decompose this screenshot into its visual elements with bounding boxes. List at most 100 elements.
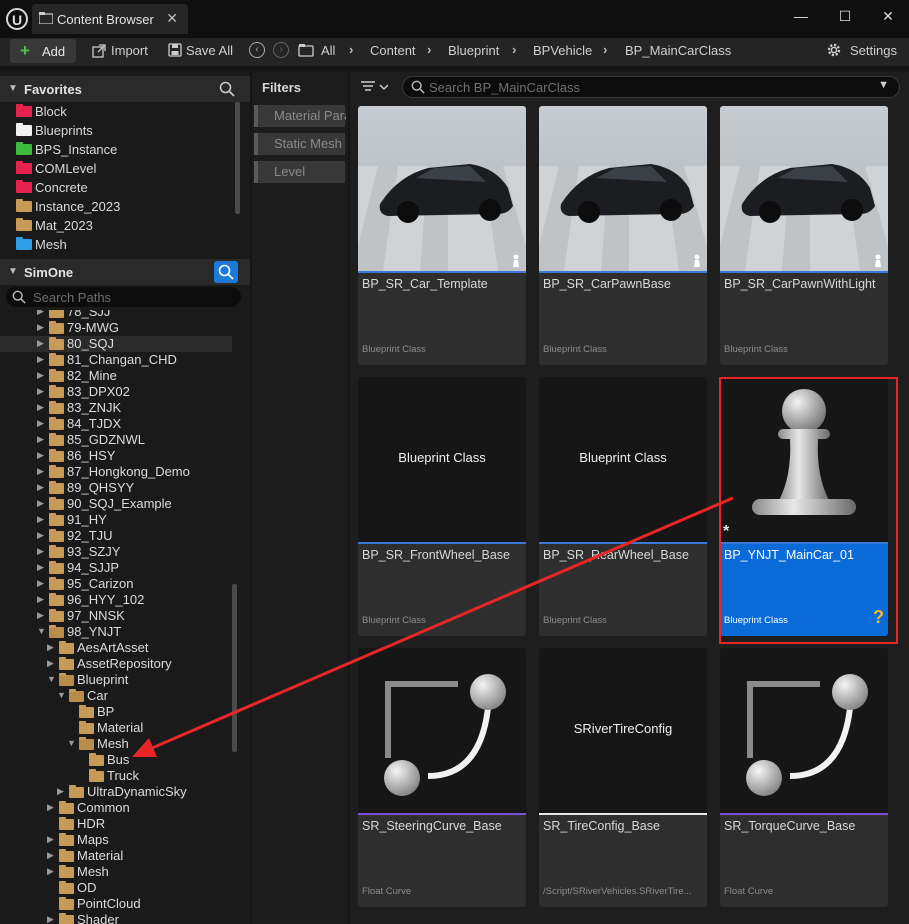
tree-item[interactable]: ▶ 79-MWG xyxy=(0,320,232,336)
tree-item[interactable]: ▼ Car xyxy=(0,688,232,704)
chevron-right-icon[interactable]: ▶ xyxy=(37,530,44,541)
collapse-arrow-icon[interactable]: ▼ xyxy=(8,83,18,94)
asset-tile[interactable]: BP_SR_CarPawnWithLight Blueprint Class xyxy=(720,106,888,365)
tree-item[interactable]: ▶ Shader xyxy=(0,912,232,924)
tree-item[interactable]: ▶ Mesh xyxy=(0,864,232,880)
tree-item[interactable]: ▶ 81_Changan_CHD xyxy=(0,352,232,368)
asset-tile[interactable]: SR_SteeringCurve_Base Float Curve xyxy=(358,648,526,907)
tree-item[interactable]: ▶ 85_GDZNWL xyxy=(0,432,232,448)
tree-item[interactable]: ▶ 86_HSY xyxy=(0,448,232,464)
chevron-right-icon[interactable]: ▶ xyxy=(37,546,44,557)
chevron-right-icon[interactable]: ▶ xyxy=(37,402,44,413)
collapse-arrow-icon[interactable]: ▼ xyxy=(8,266,18,277)
tree-item[interactable]: ▶ 90_SQJ_Example xyxy=(0,496,232,512)
chevron-right-icon[interactable]: ▶ xyxy=(37,310,44,317)
tree-item[interactable]: ▶ 83_ZNJK xyxy=(0,400,232,416)
tree-item[interactable]: OD xyxy=(0,880,232,896)
settings-button[interactable]: Settings xyxy=(850,43,897,58)
asset-tile[interactable]: BP_SR_CarPawnBase Blueprint Class xyxy=(539,106,707,365)
tree-item[interactable]: ▶ AesArtAsset xyxy=(0,640,232,656)
chevron-right-icon[interactable]: ▶ xyxy=(37,482,44,493)
breadcrumb-content[interactable]: Content xyxy=(370,43,416,58)
chevron-down-icon[interactable]: ▼ xyxy=(37,626,46,636)
filter-chip-material-parameter-collection[interactable]: Material Parameter Collection xyxy=(254,105,346,127)
tree-item[interactable]: Material xyxy=(0,720,232,736)
filter-menu-icon[interactable] xyxy=(360,80,388,94)
chevron-down-icon[interactable]: ▼ xyxy=(878,79,889,91)
favorites-scrollbar[interactable] xyxy=(235,102,240,214)
chevron-right-icon[interactable]: ▶ xyxy=(47,850,54,861)
chevron-down-icon[interactable]: ▼ xyxy=(57,690,66,700)
chevron-right-icon[interactable]: ▶ xyxy=(47,914,54,924)
tree-item[interactable]: ▶ 96_HYY_102 xyxy=(0,592,232,608)
tree-item[interactable]: Bus xyxy=(0,752,232,768)
chevron-right-icon[interactable]: ▶ xyxy=(37,594,44,605)
search-icon[interactable] xyxy=(219,81,235,97)
tree-item[interactable]: Truck xyxy=(0,768,232,784)
tree-item[interactable]: ▶ 97_NNSK xyxy=(0,608,232,624)
filter-chip-static-mesh[interactable]: Static Mesh xyxy=(254,133,345,155)
window-close-icon[interactable]: ✕ xyxy=(876,8,900,25)
tree-item[interactable]: PointCloud xyxy=(0,896,232,912)
chevron-right-icon[interactable]: ▶ xyxy=(37,466,44,477)
tab-content-browser[interactable]: Content Browser ✕ xyxy=(32,4,188,34)
chevron-right-icon[interactable]: ▶ xyxy=(47,802,54,813)
filter-chip-level[interactable]: Level xyxy=(254,161,345,183)
tree-item[interactable]: ▶ 83_DPX02 xyxy=(0,384,232,400)
tree-item[interactable]: ▶ Common xyxy=(0,800,232,816)
maximize-icon[interactable]: ☐ xyxy=(833,8,857,25)
import-button[interactable]: Import xyxy=(111,43,148,58)
tree-scrollbar[interactable] xyxy=(232,584,237,752)
tree-item[interactable]: ▶ 92_TJU xyxy=(0,528,232,544)
chevron-right-icon[interactable]: ▶ xyxy=(37,562,44,573)
tree-item[interactable]: ▶ Maps xyxy=(0,832,232,848)
forward-icon[interactable]: › xyxy=(273,42,289,58)
chevron-right-icon[interactable]: ▶ xyxy=(37,370,44,381)
tree-item[interactable]: HDR xyxy=(0,816,232,832)
chevron-right-icon[interactable]: ▶ xyxy=(37,450,44,461)
tree-item[interactable]: ▶ 82_Mine xyxy=(0,368,232,384)
chevron-right-icon[interactable]: ▶ xyxy=(37,418,44,429)
breadcrumb-bp-maincarclass[interactable]: BP_MainCarClass xyxy=(625,43,731,58)
asset-tile[interactable]: BP_SR_Car_Template Blueprint Class xyxy=(358,106,526,365)
chevron-right-icon[interactable]: ▶ xyxy=(47,642,54,653)
tree-item[interactable]: ▶ AssetRepository xyxy=(0,656,232,672)
chevron-right-icon[interactable]: ▶ xyxy=(47,658,54,669)
tree-item[interactable]: ▶ 87_Hongkong_Demo xyxy=(0,464,232,480)
chevron-down-icon[interactable]: ▼ xyxy=(67,738,76,748)
simone-header[interactable]: ▼ SimOne xyxy=(0,259,250,285)
chevron-right-icon[interactable]: ▶ xyxy=(37,578,44,589)
chevron-right-icon[interactable]: ▶ xyxy=(37,498,44,509)
path-search-toggle[interactable] xyxy=(214,261,238,283)
tree-item[interactable]: ▶ 93_SZJY xyxy=(0,544,232,560)
chevron-right-icon[interactable]: ▶ xyxy=(37,514,44,525)
tree-item[interactable]: BP xyxy=(0,704,232,720)
tree-item[interactable]: ▶ 94_SJJP xyxy=(0,560,232,576)
breadcrumb-blueprint[interactable]: Blueprint xyxy=(448,43,499,58)
breadcrumb-bpvehicle[interactable]: BPVehicle xyxy=(533,43,592,58)
tree-item[interactable]: ▶ 91_HY xyxy=(0,512,232,528)
back-icon[interactable]: ‹ xyxy=(249,42,265,58)
tree-item[interactable]: ▼ 98_YNJT xyxy=(0,624,232,640)
chevron-right-icon[interactable]: ▶ xyxy=(37,610,44,621)
tree-item[interactable]: ▶ 80_SQJ xyxy=(0,336,232,352)
tree-item[interactable]: ▶ Material xyxy=(0,848,232,864)
tree-item[interactable]: ▶ 84_TJDX xyxy=(0,416,232,432)
tree-item[interactable]: ▼ Mesh xyxy=(0,736,232,752)
minimize-icon[interactable]: — xyxy=(789,8,813,24)
asset-tile[interactable]: * BP_YNJT_MainCar_01 Blueprint Class? xyxy=(720,377,888,636)
chevron-right-icon[interactable]: ▶ xyxy=(57,786,64,797)
chevron-right-icon[interactable]: ▶ xyxy=(37,386,44,397)
search-paths-input[interactable]: Search Paths xyxy=(6,287,241,307)
chevron-right-icon[interactable]: ▶ xyxy=(37,338,44,349)
tree-item[interactable]: ▶ 78_SJJ xyxy=(0,310,232,320)
tree-item[interactable]: ▶ 89_QHSYY xyxy=(0,480,232,496)
asset-tile[interactable]: SRiverTireConfig SR_TireConfig_Base/Scrip… xyxy=(539,648,707,907)
tree-item[interactable]: ▼ Blueprint xyxy=(0,672,232,688)
tree-item[interactable]: ▶ 95_Carizon xyxy=(0,576,232,592)
chevron-right-icon[interactable]: ▶ xyxy=(37,322,44,333)
chevron-right-icon[interactable]: ▶ xyxy=(47,834,54,845)
chevron-right-icon[interactable]: ▶ xyxy=(37,434,44,445)
asset-tile[interactable]: Blueprint Class BP_SR_FrontWheel_Base Blue… xyxy=(358,377,526,636)
add-button[interactable]: + Add xyxy=(10,39,76,63)
